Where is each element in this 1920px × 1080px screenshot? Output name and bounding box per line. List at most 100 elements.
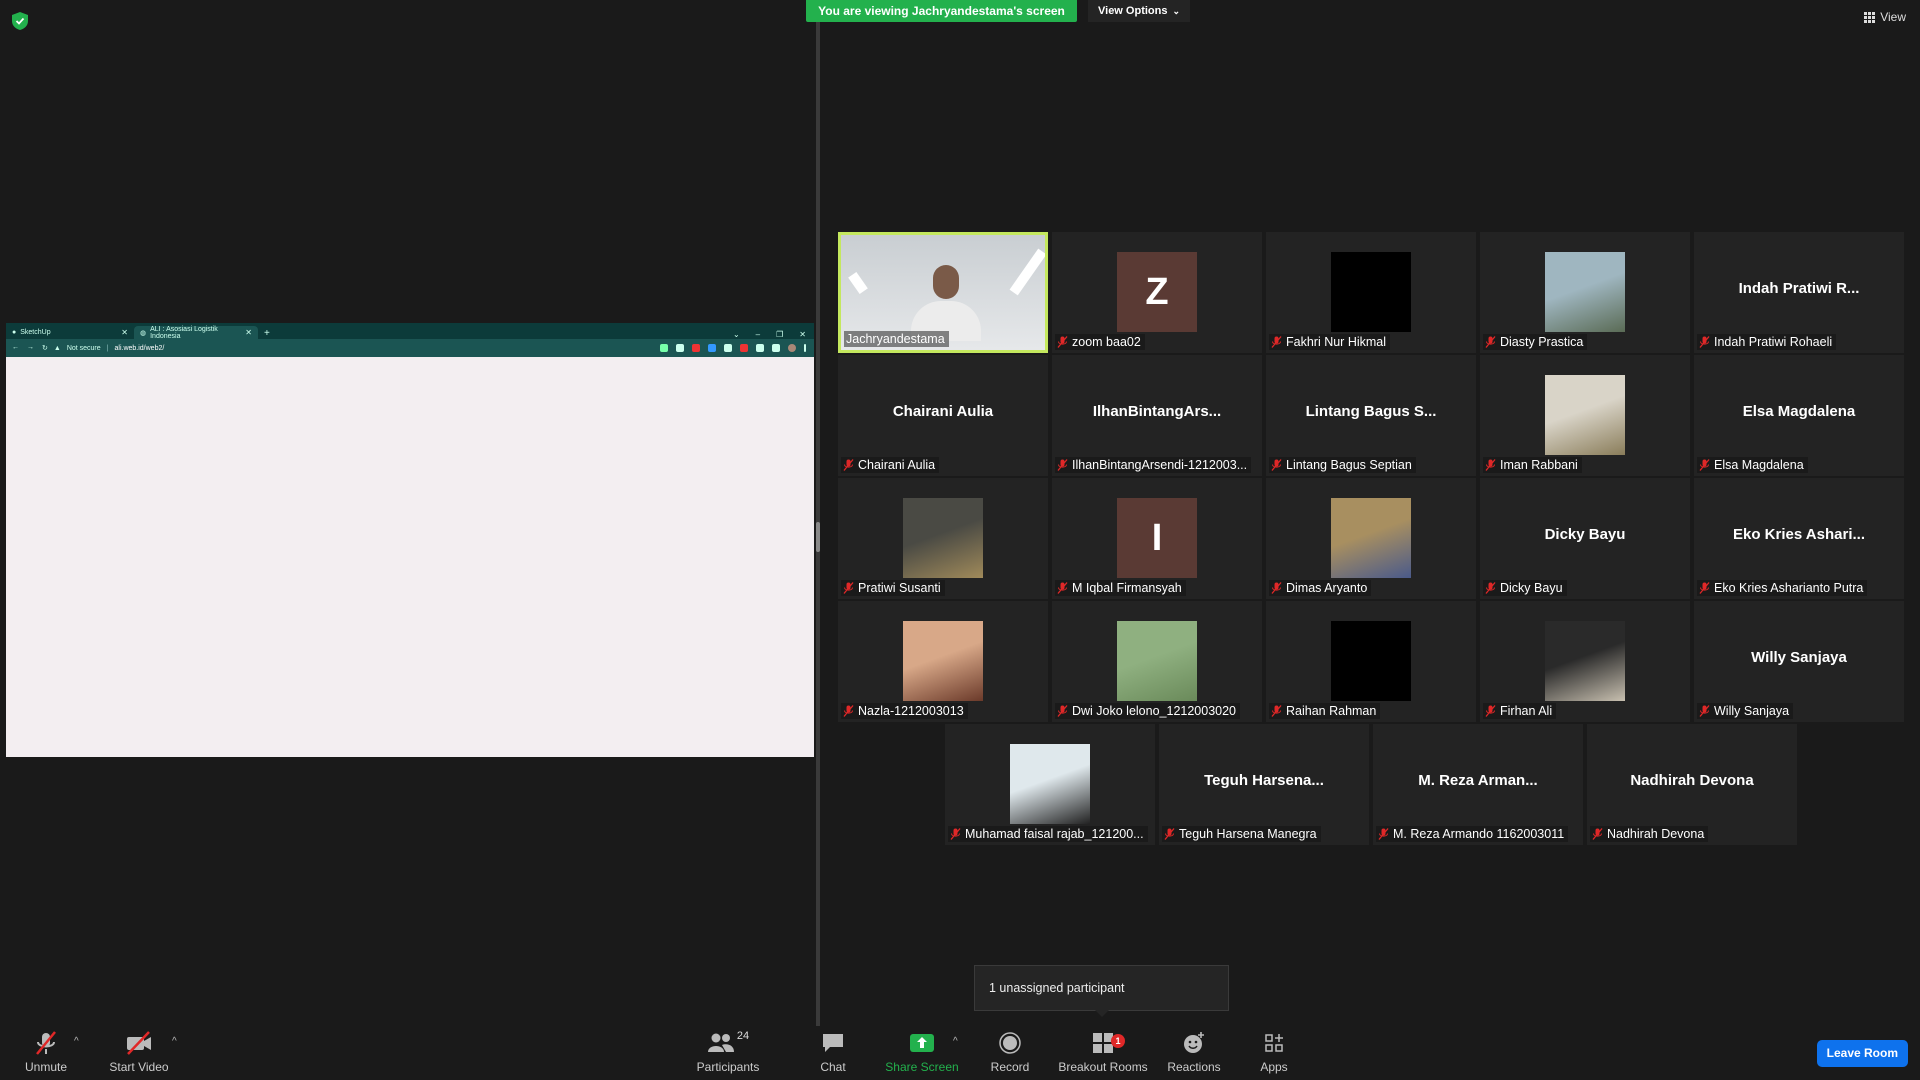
participant-tile[interactable]: Nazla-1212003013 — [838, 601, 1048, 722]
puzzle-icon[interactable] — [756, 344, 764, 352]
extension-icon[interactable] — [724, 344, 732, 352]
participant-display-name: Willy Sanjaya — [1751, 649, 1847, 666]
participant-tile[interactable]: Diasty Prastica — [1480, 232, 1690, 353]
share-screen-button[interactable]: Share Screen — [884, 1030, 960, 1074]
avatar — [1010, 744, 1090, 824]
participant-tile[interactable]: Dimas Aryanto — [1266, 478, 1476, 599]
microphone-muted-icon — [1271, 459, 1282, 471]
browser-tab-ali[interactable]: ◍ ALI : Asosiasi Logistik Indonesia ✕ — [134, 325, 258, 340]
avatar — [1545, 621, 1625, 701]
chat-button[interactable]: Chat — [812, 1030, 854, 1074]
participant-tile[interactable]: Zzoom baa02 — [1052, 232, 1262, 353]
minimize-icon[interactable]: – — [756, 330, 760, 339]
extension-icon[interactable] — [692, 344, 700, 352]
share-icon[interactable] — [660, 344, 668, 352]
profile-avatar-icon[interactable] — [788, 344, 796, 352]
microphone-muted-icon — [1699, 705, 1710, 717]
window-controls: ⌄ – ❐ ✕ — [733, 330, 814, 339]
participant-display-name: Chairani Aulia — [892, 403, 994, 420]
participant-tile[interactable]: Firhan Ali — [1480, 601, 1690, 722]
participant-name: Iman Rabbani — [1500, 458, 1578, 472]
participant-tile[interactable]: Iman Rabbani — [1480, 355, 1690, 476]
view-options-button[interactable]: View Options ⌄ — [1088, 0, 1191, 22]
close-tab-icon[interactable]: ✕ — [245, 328, 252, 337]
restore-icon[interactable]: ❐ — [776, 330, 783, 339]
unassigned-participant-tooltip[interactable]: 1 unassigned participant — [974, 965, 1229, 1011]
participant-tile[interactable]: Dwi Joko lelono_1212003020 — [1052, 601, 1262, 722]
browser-tab-label: ALI : Asosiasi Logistik Indonesia — [150, 325, 218, 340]
participant-tile[interactable]: Lintang Bagus S... Lintang Bagus Septian — [1266, 355, 1476, 476]
chevron-down-icon[interactable]: ⌄ — [733, 330, 740, 339]
participant-tile[interactable]: I M Iqbal Firmansyah — [1052, 478, 1262, 599]
browser-address-bar: ← → ↻ ▲ Not secure | ali.web.id/web2/ — [6, 339, 814, 357]
avatar: I — [1117, 498, 1197, 578]
participant-name: M. Reza Armando 1162003011 — [1393, 827, 1565, 841]
participant-tile[interactable]: Elsa Magdalena Elsa Magdalena — [1694, 355, 1904, 476]
participant-name: Dwi Joko lelono_1212003020 — [1072, 704, 1237, 718]
unmute-button[interactable]: Unmute — [18, 1030, 74, 1074]
participant-tile[interactable]: Eko Kries Ashari... Eko Kries Asharianto … — [1694, 478, 1904, 599]
avatar — [1117, 621, 1197, 701]
participant-tile[interactable]: Chairani Aulia Chairani Aulia — [838, 355, 1048, 476]
apps-label: Apps — [1260, 1060, 1288, 1074]
participant-tile[interactable]: Jachryandestama — [838, 232, 1048, 353]
avatar — [1331, 498, 1411, 578]
participant-tile[interactable]: Raihan Rahman — [1266, 601, 1476, 722]
leave-room-button[interactable]: Leave Room — [1816, 1040, 1908, 1067]
participant-name: Muhamad faisal rajab_121200... — [965, 827, 1144, 841]
reactions-button[interactable]: Reactions — [1166, 1030, 1222, 1074]
start-video-button[interactable]: Start Video — [104, 1030, 174, 1074]
chevron-down-icon: ⌄ — [1172, 6, 1181, 16]
browser-tab-sketchup[interactable]: ● SketchUp ✕ — [6, 326, 134, 339]
breakout-rooms-icon — [1057, 1030, 1149, 1056]
close-window-icon[interactable]: ✕ — [799, 330, 806, 339]
participant-nameplate: M. Reza Armando 1162003011 — [1376, 826, 1569, 842]
address-field[interactable]: ▲ Not secure | ali.web.id/web2/ — [54, 345, 164, 352]
breakout-rooms-button[interactable]: 1 Breakout Rooms — [1057, 1030, 1149, 1074]
view-button[interactable]: View — [1864, 10, 1906, 24]
participant-tile[interactable]: Pratiwi Susanti — [838, 478, 1048, 599]
tab-favicon-icon: ◍ — [140, 329, 147, 337]
participant-name: Lintang Bagus Septian — [1286, 458, 1412, 472]
apps-icon — [1256, 1030, 1292, 1056]
not-secure-label: Not secure — [66, 344, 101, 352]
new-tab-icon[interactable]: + — [258, 328, 276, 339]
divider-drag-handle[interactable] — [816, 522, 820, 552]
forward-arrow-icon[interactable]: → — [27, 344, 34, 352]
participant-tile[interactable]: Willy Sanjaya Willy Sanjaya — [1694, 601, 1904, 722]
participant-tile[interactable]: IlhanBintangArs... IlhanBintangArsendi-12… — [1052, 355, 1262, 476]
share-screen-icon — [884, 1030, 960, 1056]
participant-tile[interactable]: Muhamad faisal rajab_121200... — [945, 724, 1155, 845]
extension-icon[interactable] — [740, 344, 748, 352]
avatar — [903, 621, 983, 701]
participant-tile[interactable]: M. Reza Arman... M. Reza Armando 11620030… — [1373, 724, 1583, 845]
participant-tile[interactable]: Fakhri Nur Hikmal — [1266, 232, 1476, 353]
participant-display-name: Nadhirah Devona — [1630, 772, 1754, 789]
microphone-muted-icon — [1164, 828, 1175, 840]
participant-name: Fakhri Nur Hikmal — [1286, 335, 1387, 349]
star-icon[interactable] — [676, 344, 684, 352]
camera-off-icon — [104, 1030, 174, 1056]
back-arrow-icon[interactable]: ← — [12, 344, 19, 352]
participant-tile[interactable]: Teguh Harsena... Teguh Harsena Manegra — [1159, 724, 1369, 845]
participants-button[interactable]: 24 Participants — [690, 1030, 766, 1074]
reload-icon[interactable]: ↻ — [42, 344, 48, 352]
sidebar-icon[interactable] — [772, 344, 780, 352]
participant-nameplate: Lintang Bagus Septian — [1269, 457, 1416, 473]
microphone-muted-icon — [950, 828, 961, 840]
apps-button[interactable]: Apps — [1256, 1030, 1292, 1074]
microphone-muted-icon — [1592, 828, 1603, 840]
video-options-caret-icon[interactable]: ^ — [172, 1036, 177, 1047]
kebab-menu-icon[interactable] — [804, 344, 806, 352]
participant-tile[interactable]: Nadhirah Devona Nadhirah Devona — [1587, 724, 1797, 845]
close-tab-icon[interactable]: ✕ — [121, 328, 128, 337]
participant-name: Elsa Magdalena — [1714, 458, 1804, 472]
extension-icon[interactable] — [708, 344, 716, 352]
audio-options-caret-icon[interactable]: ^ — [74, 1036, 79, 1047]
split-divider[interactable] — [816, 0, 820, 1026]
participant-display-name: M. Reza Arman... — [1418, 772, 1538, 789]
participant-tile[interactable]: Dicky Bayu Dicky Bayu — [1480, 478, 1690, 599]
participant-tile[interactable]: Indah Pratiwi R... Indah Pratiwi Rohaeli — [1694, 232, 1904, 353]
record-button[interactable]: Record — [986, 1030, 1034, 1074]
share-options-caret-icon[interactable]: ^ — [953, 1036, 958, 1047]
